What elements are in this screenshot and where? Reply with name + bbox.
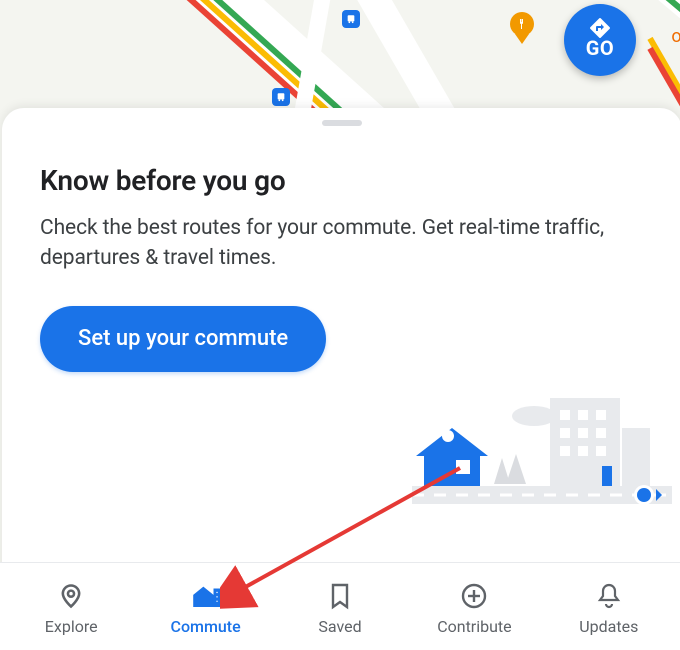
- bottom-nav: Explore Commute Saved Contribute: [0, 562, 680, 650]
- commute-illustration: [412, 398, 672, 518]
- nav-saved[interactable]: Saved: [273, 581, 407, 636]
- pin-icon: [56, 581, 86, 611]
- nav-explore-label: Explore: [45, 617, 98, 636]
- nav-updates[interactable]: Updates: [542, 581, 676, 636]
- sheet-subtitle: Check the best routes for your commute. …: [40, 213, 644, 274]
- bus-stop-icon: [272, 88, 290, 106]
- setup-commute-label: Set up your commute: [78, 326, 288, 351]
- map-label-fragment: ol: [671, 26, 680, 47]
- bookmark-icon: [325, 581, 355, 611]
- bell-icon: [594, 581, 624, 611]
- setup-commute-button[interactable]: Set up your commute: [40, 306, 326, 372]
- bus-stop-icon: [342, 10, 360, 28]
- sheet-title: Know before you go: [40, 164, 644, 197]
- restaurant-pin-icon[interactable]: [510, 12, 534, 46]
- nav-contribute-label: Contribute: [437, 617, 511, 636]
- nav-updates-label: Updates: [579, 617, 638, 636]
- nav-saved-label: Saved: [318, 617, 361, 636]
- nav-commute-label: Commute: [171, 617, 241, 636]
- plus-circle-icon: [459, 581, 489, 611]
- go-button-label: GO: [586, 36, 614, 60]
- nav-commute[interactable]: Commute: [138, 581, 272, 636]
- go-button[interactable]: GO: [564, 4, 636, 76]
- nav-explore[interactable]: Explore: [4, 581, 138, 636]
- house-icon: [191, 581, 221, 611]
- nav-contribute[interactable]: Contribute: [407, 581, 541, 636]
